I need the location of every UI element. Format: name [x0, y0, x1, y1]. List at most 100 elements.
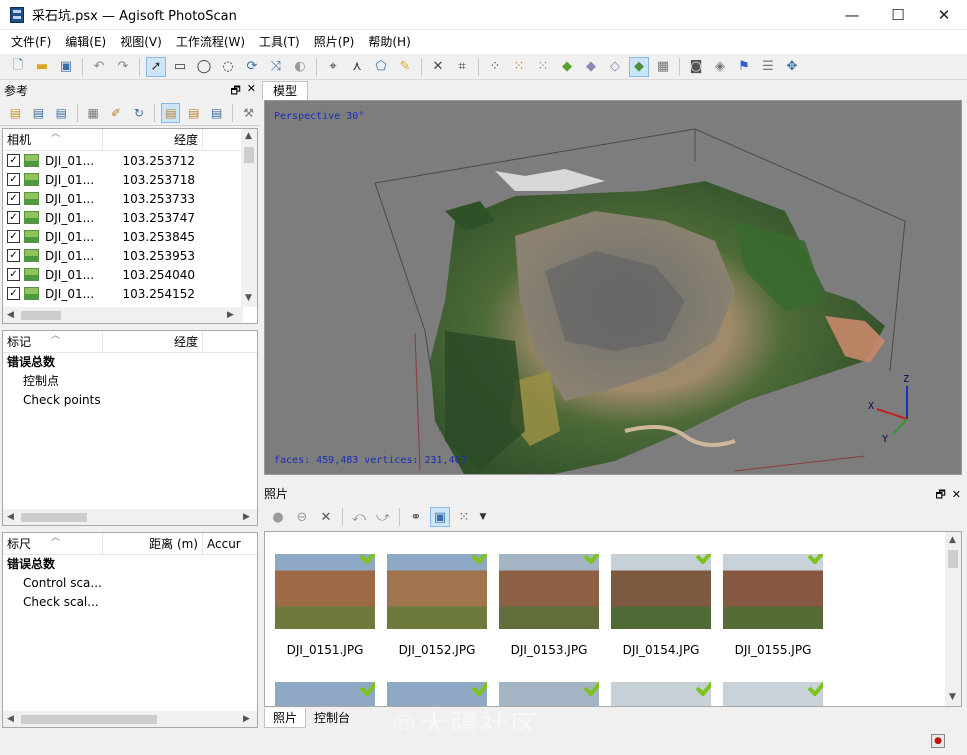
show-thumbnails-icon[interactable]: ▣ — [430, 507, 450, 527]
textured-model-icon[interactable]: ◆ — [629, 56, 649, 77]
camera-row[interactable]: ✓ DJI_01... 103.253747 — [3, 208, 257, 227]
update-icon[interactable]: ↻ — [130, 103, 149, 123]
enable-camera-icon[interactable]: ● — [268, 507, 288, 527]
solid-model-icon[interactable]: ◆ — [581, 57, 601, 77]
camera-checkbox[interactable]: ✓ — [7, 287, 20, 300]
view-source-icon[interactable]: ▤ — [161, 102, 181, 123]
close-pane-icon[interactable]: ✕ — [952, 485, 961, 505]
camera-row[interactable]: ✓ DJI_01... 103.253953 — [3, 246, 257, 265]
menu-tools[interactable]: 工具(T) — [252, 30, 307, 54]
camera-checkbox[interactable]: ✓ — [7, 230, 20, 243]
open-folder-icon[interactable]: ▬ — [32, 57, 52, 77]
scroll-left-icon[interactable]: ◀ — [7, 714, 14, 724]
menu-edit[interactable]: 编辑(E) — [58, 30, 113, 54]
menu-photo[interactable]: 照片(P) — [307, 30, 362, 54]
circle-select-icon[interactable]: ◯ — [194, 57, 214, 77]
tiled-model-icon[interactable]: ▦ — [653, 57, 673, 77]
scroll-left-icon[interactable]: ◀ — [7, 310, 14, 320]
reset-view-icon[interactable]: ✥ — [782, 57, 802, 77]
rotate-object-icon[interactable]: ⤨ — [266, 57, 286, 77]
close-pane-icon[interactable]: ✕ — [247, 82, 256, 101]
view-mode-icon[interactable]: ⁙ — [454, 507, 474, 527]
photo-thumbnail[interactable]: DJI_0152.JPG — [387, 554, 487, 657]
point-cloud-icon[interactable]: ⁘ — [485, 57, 505, 77]
scroll-right-icon[interactable]: ▶ — [227, 310, 234, 320]
column-accuracy[interactable]: Accur — [203, 533, 241, 555]
scroll-right-icon[interactable]: ▶ — [243, 714, 250, 724]
scalebars-horizontal-scrollbar[interactable]: ◀ ▶ — [3, 711, 257, 727]
menu-help[interactable]: 帮助(H) — [361, 30, 417, 54]
scalebar-check[interactable]: Check scal... — [3, 593, 257, 612]
tab-console[interactable]: 控制台 — [306, 708, 358, 728]
float-pane-icon[interactable]: 🗗 — [935, 485, 945, 505]
disable-camera-icon[interactable]: ⊖ — [292, 507, 312, 527]
cameras-horizontal-scrollbar[interactable]: ◀ ▶ — [3, 307, 243, 323]
save-icon[interactable]: ▣ — [56, 57, 76, 77]
column-longitude[interactable]: 经度 — [103, 331, 203, 353]
new-file-icon[interactable]: 🗋 — [8, 57, 28, 77]
close-button[interactable]: ✕ — [921, 0, 967, 30]
model-viewport[interactable]: Z X Y Perspective 30° faces: 459,483 ver… — [264, 100, 962, 475]
photo-thumbnail[interactable] — [723, 682, 823, 706]
camera-checkbox[interactable]: ✓ — [7, 154, 20, 167]
rotate-right-icon[interactable]: ⤻ — [373, 507, 393, 527]
scroll-left-icon[interactable]: ◀ — [7, 512, 14, 522]
view-mode-dropdown-icon[interactable]: ▼ — [478, 507, 488, 527]
camera-row[interactable]: ✓ DJI_01... 103.254040 — [3, 265, 257, 284]
camera-row[interactable]: ✓ DJI_01... 103.253733 — [3, 189, 257, 208]
column-longitude[interactable]: 经度 — [103, 129, 203, 151]
photo-thumbnail[interactable] — [611, 682, 711, 706]
camera-checkbox[interactable]: ✓ — [7, 211, 20, 224]
photo-thumbnail[interactable]: DJI_0154.JPG — [611, 554, 711, 657]
menu-file[interactable]: 文件(F) — [4, 30, 58, 54]
maximize-button[interactable]: ☐ — [875, 0, 921, 30]
marker-control-points[interactable]: 控制点 — [3, 372, 257, 391]
column-distance[interactable]: 距离 (m) — [103, 533, 203, 555]
rectangle-select-icon[interactable]: ▭ — [170, 57, 190, 77]
menu-view[interactable]: 视图(V) — [113, 30, 169, 54]
free-form-select-icon[interactable]: ◌ — [218, 57, 238, 77]
status-warning-icon[interactable]: ● — [931, 734, 945, 748]
tab-model[interactable]: 模型 — [262, 81, 309, 100]
scroll-up-icon[interactable]: ▲ — [949, 535, 956, 545]
marker-point-icon[interactable]: ⌖ — [323, 57, 343, 77]
camera-checkbox[interactable]: ✓ — [7, 192, 20, 205]
wireframe-model-icon[interactable]: ◇ — [605, 57, 625, 77]
export-icon[interactable]: ▤ — [29, 103, 48, 123]
photo-thumbnail[interactable] — [275, 682, 375, 706]
view-errors-icon[interactable]: ▤ — [184, 103, 203, 123]
scalebar-control[interactable]: Control sca... — [3, 574, 257, 593]
import-icon[interactable]: ▤ — [6, 103, 25, 123]
photo-thumbnail[interactable]: DJI_0151.JPG — [275, 554, 375, 657]
scroll-down-icon[interactable]: ▼ — [245, 293, 252, 303]
undo-icon[interactable]: ↶ — [89, 57, 109, 77]
settings-icon[interactable]: ⚒ — [239, 103, 258, 123]
delete-selection-icon[interactable]: ✕ — [428, 57, 448, 77]
marker-error-group[interactable]: 错误总数 — [3, 353, 257, 372]
tab-photos[interactable]: 照片 — [264, 708, 307, 728]
rotate-left-icon[interactable]: ⤺ — [349, 507, 369, 527]
scroll-down-icon[interactable]: ▼ — [949, 692, 956, 702]
filter-binoculars-icon[interactable]: ⚭ — [406, 507, 426, 527]
shaded-model-icon[interactable]: ◆ — [557, 57, 577, 77]
polygon-icon[interactable]: ⬠ — [371, 57, 391, 77]
clear-icon[interactable]: ▤ — [52, 103, 71, 123]
markers-horizontal-scrollbar[interactable]: ◀ ▶ — [3, 509, 257, 525]
camera-row[interactable]: ✓ DJI_01... 103.253712 — [3, 151, 257, 170]
convert-icon[interactable]: ▦ — [84, 103, 103, 123]
float-pane-icon[interactable]: 🗗 — [230, 82, 240, 101]
camera-checkbox[interactable]: ✓ — [7, 249, 20, 262]
ruler-icon[interactable]: ⋏ — [347, 57, 367, 77]
dense-cloud-classes-icon[interactable]: ⁙ — [533, 57, 553, 77]
photos-vertical-scrollbar[interactable]: ▲ ▼ — [945, 532, 961, 706]
minimize-button[interactable]: — — [829, 0, 875, 30]
camera-row[interactable]: ✓ DJI_01... 103.253718 — [3, 170, 257, 189]
crop-selection-icon[interactable]: ⌗ — [452, 57, 472, 77]
measure-tape-icon[interactable]: ✎ — [395, 57, 415, 77]
scalebar-error-group[interactable]: 错误总数 — [3, 555, 257, 574]
menu-workflow[interactable]: 工作流程(W) — [169, 30, 252, 54]
show-cameras-icon[interactable]: ◙ — [686, 57, 706, 77]
navigation-cursor-icon[interactable]: ➚ — [146, 56, 166, 77]
dense-cloud-icon[interactable]: ⁙ — [509, 57, 529, 77]
photo-thumbnail[interactable]: DJI_0155.JPG — [723, 554, 823, 657]
